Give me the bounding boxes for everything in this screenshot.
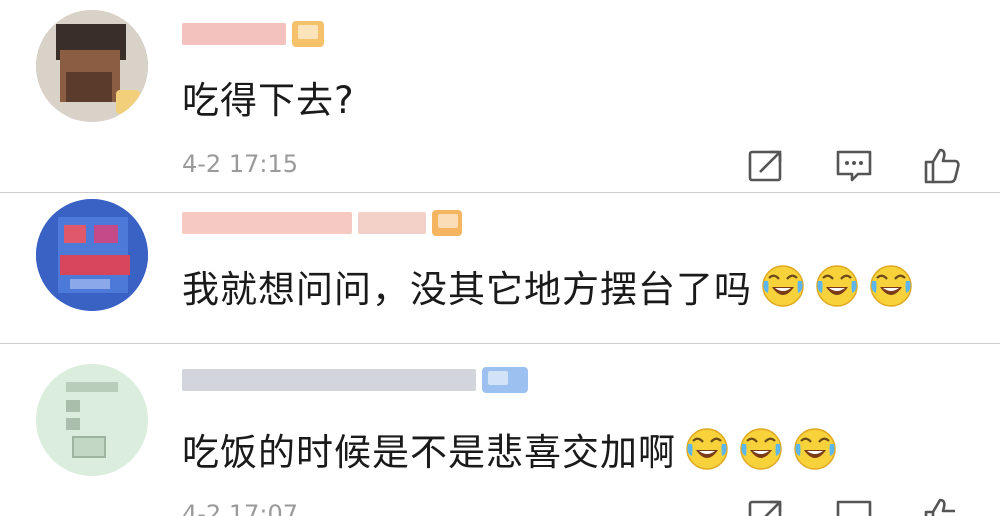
comment-timestamp: 4-2 17:15 bbox=[182, 150, 298, 178]
laugh-cry-emoji bbox=[740, 428, 782, 470]
comment-item-2: 我就想问问，没其它地方摆台了吗 bbox=[0, 193, 1000, 343]
comment-icon[interactable] bbox=[834, 146, 874, 186]
comment-text-content: 吃饭的时候是不是悲喜交加啊 bbox=[182, 431, 676, 474]
username-row[interactable] bbox=[182, 205, 462, 241]
comment-item-3: 吃饭的时候是不是悲喜交加啊 4-2 17:07 bbox=[0, 344, 1000, 516]
laugh-cry-emoji bbox=[794, 428, 836, 470]
username-blurred[interactable] bbox=[182, 369, 476, 391]
laugh-cry-emoji bbox=[762, 265, 804, 307]
comment-text-content: 吃得下去? bbox=[182, 79, 355, 122]
thumbs-up-icon[interactable] bbox=[922, 496, 962, 516]
username-row[interactable] bbox=[182, 16, 324, 52]
comment-text: 吃饭的时候是不是悲喜交加啊 bbox=[182, 424, 838, 474]
username-blurred[interactable] bbox=[182, 23, 286, 45]
comment-actions bbox=[746, 146, 962, 186]
comment-item-1: 吃得下去? 4-2 17:15 bbox=[0, 0, 1000, 192]
vip-badge-icon bbox=[292, 21, 324, 47]
username-blurred[interactable] bbox=[358, 212, 426, 234]
comment-icon[interactable] bbox=[834, 496, 874, 516]
share-icon[interactable] bbox=[746, 496, 786, 516]
avatar[interactable] bbox=[36, 364, 148, 476]
username-row[interactable] bbox=[182, 362, 528, 398]
laugh-cry-emoji bbox=[870, 265, 912, 307]
laugh-cry-emoji bbox=[816, 265, 858, 307]
comment-actions bbox=[746, 496, 962, 516]
comment-text-content: 我就想问问，没其它地方摆台了吗 bbox=[182, 268, 752, 311]
vip-badge-icon bbox=[432, 210, 462, 236]
laugh-cry-emoji bbox=[686, 428, 728, 470]
vip-badge-icon bbox=[482, 367, 528, 393]
comment-text: 我就想问问，没其它地方摆台了吗 bbox=[182, 261, 914, 311]
avatar[interactable] bbox=[36, 199, 148, 311]
username-blurred[interactable] bbox=[182, 212, 352, 234]
share-icon[interactable] bbox=[746, 146, 786, 186]
comment-text: 吃得下去? bbox=[182, 72, 355, 122]
thumbs-up-icon[interactable] bbox=[922, 146, 962, 186]
avatar[interactable] bbox=[36, 10, 148, 122]
comment-timestamp: 4-2 17:07 bbox=[182, 500, 298, 516]
